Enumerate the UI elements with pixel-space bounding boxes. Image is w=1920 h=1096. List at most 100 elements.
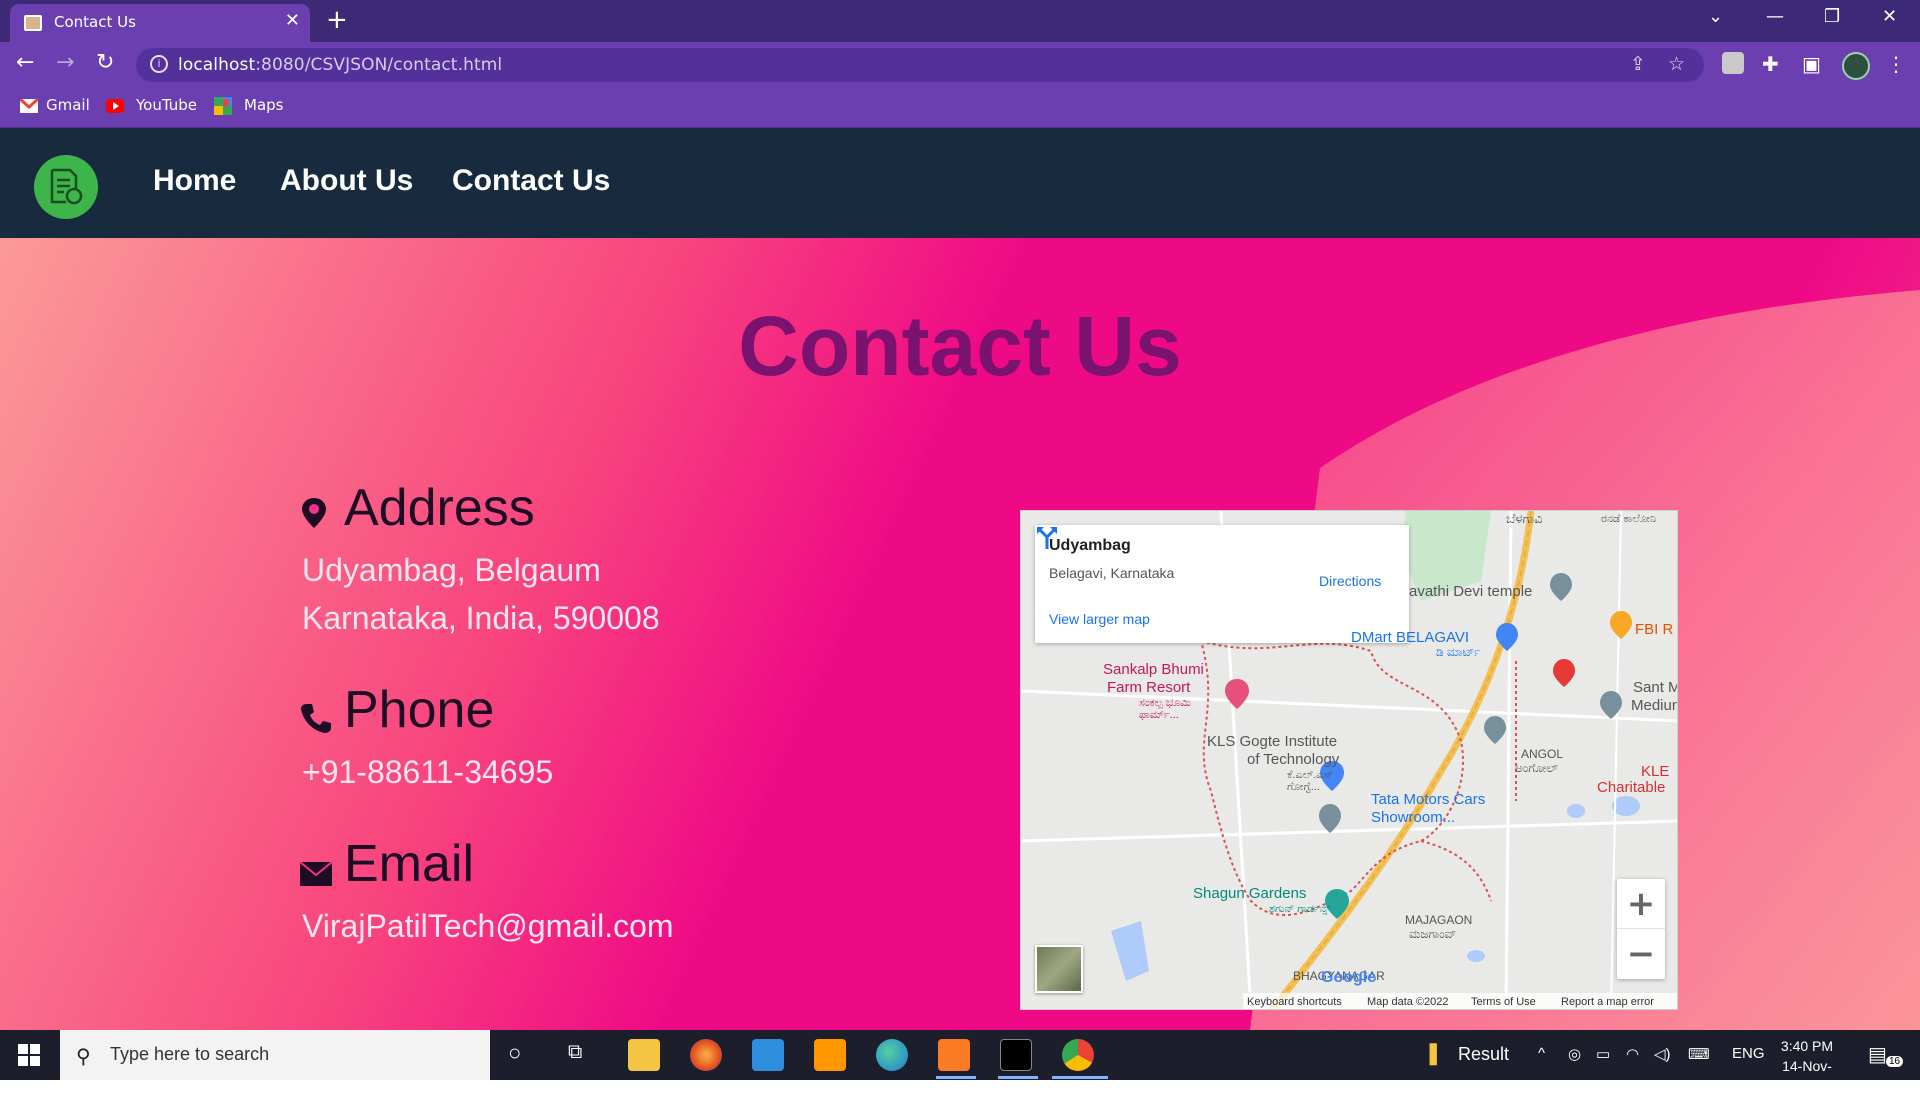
weather-text[interactable]: Result bbox=[1458, 1044, 1509, 1065]
map-label-top: ಬೆಳಗಾವಿ bbox=[1506, 511, 1543, 526]
bookmark-maps[interactable]: Maps bbox=[244, 96, 283, 114]
map-label-sant-1: Sant M bbox=[1633, 679, 1678, 696]
map-label-tata-2: Showroom... bbox=[1371, 809, 1456, 826]
directions-icon[interactable] bbox=[1035, 525, 1059, 549]
share-icon[interactable]: ⇪ bbox=[1630, 53, 1646, 75]
map-label-kls-2: of Technology bbox=[1247, 751, 1340, 768]
close-window-button[interactable]: ✕ bbox=[1882, 6, 1897, 27]
site-info-icon[interactable]: i bbox=[150, 55, 168, 73]
browser-tab[interactable]: Contact Us ✕ bbox=[10, 4, 310, 42]
map-label-kls-1: KLS Gogte Institute bbox=[1207, 733, 1338, 750]
satellite-toggle[interactable] bbox=[1035, 945, 1083, 993]
zoom-out-button[interactable]: − bbox=[1617, 929, 1665, 979]
language-indicator[interactable]: ENG bbox=[1732, 1045, 1765, 1062]
meet-now-icon[interactable]: ◎ bbox=[1568, 1045, 1581, 1063]
map-place-card: Udyambag Belagavi, Karnataka View larger… bbox=[1035, 525, 1409, 643]
minimize-button[interactable]: — bbox=[1766, 6, 1784, 27]
notification-count-badge: 16 bbox=[1886, 1056, 1904, 1067]
mail-icon[interactable] bbox=[752, 1039, 784, 1071]
document-check-icon bbox=[50, 168, 83, 205]
reload-icon[interactable]: ↻ bbox=[96, 50, 114, 75]
youtube-icon bbox=[106, 99, 124, 113]
report-error-link[interactable]: Report a map error bbox=[1561, 996, 1654, 1008]
map-label-fbi: FBI R bbox=[1635, 621, 1674, 638]
phone-icon bbox=[301, 704, 331, 733]
xampp-icon[interactable] bbox=[938, 1039, 970, 1071]
omnibox[interactable]: i localhost:8080/CSVJSON/contact.html ⇪ … bbox=[136, 48, 1704, 82]
battery-icon[interactable]: ▭ bbox=[1596, 1045, 1610, 1063]
profile-avatar[interactable] bbox=[1842, 52, 1870, 80]
chrome-active-indicator bbox=[1052, 1076, 1108, 1079]
windows-start-icon[interactable] bbox=[18, 1044, 40, 1066]
phone-value[interactable]: +91-88611-34695 bbox=[302, 754, 553, 791]
keyboard-shortcuts-link[interactable]: Keyboard shortcuts bbox=[1247, 996, 1342, 1008]
google-map-embed[interactable]: Udyambag Belagavi, Karnataka View larger… bbox=[1020, 510, 1678, 1010]
map-label-angol: ANGOL bbox=[1521, 747, 1564, 761]
side-panel-icon[interactable]: ▣ bbox=[1802, 52, 1821, 76]
tab-close-icon[interactable]: ✕ bbox=[285, 10, 300, 31]
sublime-text-icon[interactable] bbox=[814, 1039, 846, 1071]
bookmark-star-icon[interactable]: ☆ bbox=[1668, 53, 1685, 75]
url-text[interactable]: localhost:8080/CSVJSON/contact.html bbox=[178, 55, 502, 75]
volume-icon[interactable]: ◁) bbox=[1654, 1045, 1671, 1063]
map-place-region: Belagavi, Karnataka bbox=[1049, 565, 1175, 581]
map-label-kle-1: KLE bbox=[1641, 763, 1670, 780]
map-label-dmart-local: ಡಿ ಮಾರ್ಟ್ bbox=[1436, 645, 1481, 659]
bookmark-youtube[interactable]: YouTube bbox=[136, 96, 197, 114]
map-label-shagun-local: ಶಗುನ್ ಗಾರ್ಡನ್ಸ್ bbox=[1269, 903, 1331, 915]
clock-time: 3:40 PM bbox=[1780, 1038, 1834, 1054]
bookmarks-bar: Gmail YouTube Maps bbox=[0, 88, 1920, 128]
new-tab-button[interactable]: + bbox=[326, 6, 348, 34]
map-label-shagun: Shagun Gardens bbox=[1193, 885, 1307, 902]
envelope-icon bbox=[300, 862, 332, 886]
back-icon[interactable]: ← bbox=[16, 50, 34, 75]
web-page: Home About Us Contact Us Contact Us Addr… bbox=[0, 128, 1920, 1030]
tab-search-icon[interactable]: ⌄ bbox=[1708, 6, 1723, 27]
taskbar-clock[interactable]: 3:40 PM 14-Nov-22 bbox=[1776, 1036, 1838, 1096]
map-label-angol-local: ಅಂಗೋಲ್ bbox=[1515, 761, 1558, 775]
map-zoom-control: + − bbox=[1617, 879, 1665, 979]
zoom-in-button[interactable]: + bbox=[1617, 879, 1665, 929]
map-footer: Keyboard shortcuts Map data ©2022 Terms … bbox=[1243, 993, 1677, 1009]
nav-link-about[interactable]: About Us bbox=[280, 164, 413, 198]
firefox-icon[interactable] bbox=[690, 1039, 722, 1071]
map-label-majagaon-local: ಮಜಗಾಂವ್ bbox=[1409, 927, 1457, 941]
taskbar-search[interactable]: ⚲ Type here to search bbox=[60, 1030, 490, 1080]
clock-date: 14-Nov-22 bbox=[1782, 1058, 1832, 1094]
search-icon: ⚲ bbox=[76, 1044, 91, 1068]
chrome-icon[interactable] bbox=[1062, 1039, 1094, 1071]
terms-link[interactable]: Terms of Use bbox=[1471, 996, 1536, 1008]
cortana-icon[interactable]: ○ bbox=[508, 1040, 521, 1066]
map-label-kle-2: Charitable bbox=[1597, 779, 1666, 796]
email-value[interactable]: VirajPatilTech@gmail.com bbox=[302, 908, 674, 945]
nav-link-home[interactable]: Home bbox=[153, 164, 236, 198]
weather-icon[interactable]: ❚ bbox=[1424, 1040, 1442, 1066]
extensions-puzzle-icon[interactable]: ✚ bbox=[1762, 52, 1779, 76]
view-larger-map-link[interactable]: View larger map bbox=[1049, 611, 1150, 627]
map-label-colony: ರನಡೆ ಕಾಲೋನಿ bbox=[1601, 513, 1657, 525]
extension-app-icon[interactable] bbox=[1722, 52, 1744, 74]
tab-title: Contact Us bbox=[54, 13, 136, 31]
map-data-credit: Map data ©2022 bbox=[1367, 996, 1449, 1008]
keyboard-icon[interactable]: ⌨ bbox=[1688, 1045, 1710, 1063]
terminal-icon[interactable] bbox=[1000, 1039, 1032, 1071]
restore-button[interactable]: ❐ bbox=[1824, 6, 1840, 27]
task-view-icon[interactable]: ⧉ bbox=[568, 1041, 582, 1064]
edge-icon[interactable] bbox=[876, 1039, 908, 1071]
forward-icon[interactable]: → bbox=[56, 50, 74, 75]
bookmark-gmail[interactable]: Gmail bbox=[46, 96, 90, 114]
site-logo[interactable] bbox=[34, 155, 98, 219]
page-title: Contact Us bbox=[738, 299, 1182, 393]
gmail-icon bbox=[20, 99, 38, 113]
directions-link[interactable]: Directions bbox=[1319, 573, 1381, 589]
tray-chevron-icon[interactable]: ^ bbox=[1538, 1045, 1545, 1062]
map-label-sant-2: Mediun bbox=[1631, 697, 1678, 714]
wifi-icon[interactable]: ◠ bbox=[1626, 1045, 1639, 1063]
notification-icon[interactable]: ▤ bbox=[1868, 1042, 1887, 1067]
nav-link-contact[interactable]: Contact Us bbox=[452, 164, 610, 198]
file-explorer-icon[interactable] bbox=[628, 1039, 660, 1071]
address-bar-row: ← → ↻ i localhost:8080/CSVJSON/contact.h… bbox=[0, 42, 1920, 88]
address-line-1: Udyambag, Belgaum bbox=[302, 552, 601, 588]
menu-kebab-icon[interactable]: ⋮ bbox=[1886, 52, 1906, 76]
site-navbar: Home About Us Contact Us bbox=[0, 128, 1920, 238]
